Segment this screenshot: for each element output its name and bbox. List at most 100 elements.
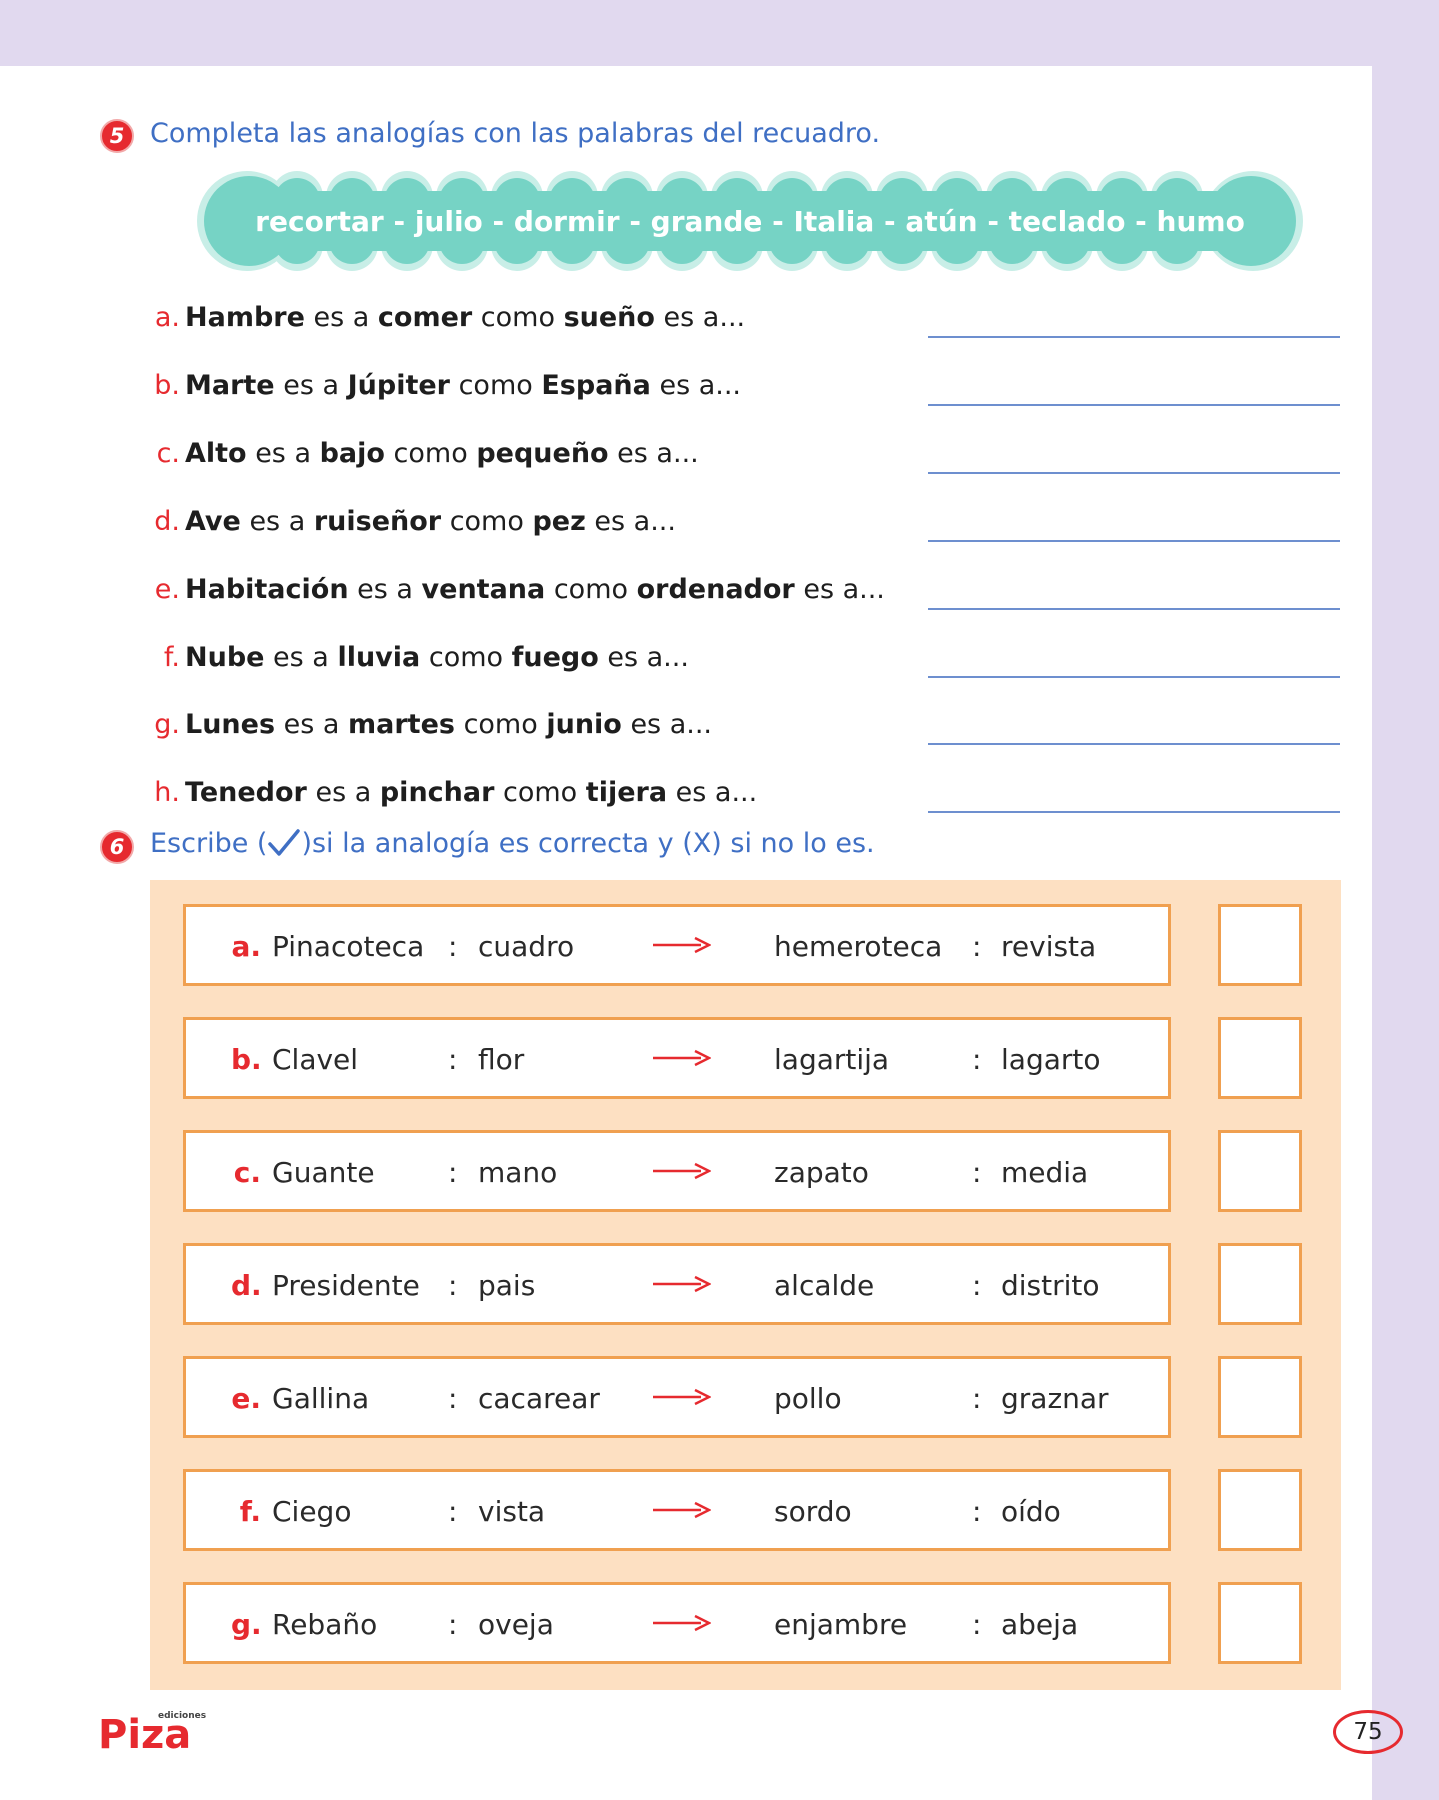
connector-3: es a... — [650, 370, 742, 401]
term-d: revista — [1001, 930, 1097, 963]
question-text: Nube es a lluvia como fuego es a... — [185, 642, 689, 673]
colon-separator: : — [972, 1269, 982, 1302]
question-letter: g. — [154, 709, 180, 740]
svg-text:Piza: Piza — [98, 1712, 191, 1752]
question-text: Lunes es a martes como junio es a... — [185, 709, 712, 740]
term-c: pollo — [774, 1382, 842, 1415]
answer-checkbox[interactable] — [1218, 904, 1302, 986]
connector-2: como — [441, 506, 533, 537]
exercise-6-number-badge: 6 — [100, 830, 134, 864]
connector-3: es a... — [621, 709, 712, 740]
analogy-question: f. Nube es a lluvia como fuego es a... — [150, 642, 1340, 682]
page-number: 75 — [1333, 1710, 1403, 1754]
answer-line[interactable] — [928, 472, 1340, 474]
answer-checkbox[interactable] — [1218, 1356, 1302, 1438]
answer-line[interactable] — [928, 540, 1340, 542]
term-a: Gallina — [272, 1382, 370, 1415]
term-1: Ave — [185, 506, 241, 537]
answer-checkbox[interactable] — [1218, 1130, 1302, 1212]
answer-checkbox[interactable] — [1218, 1582, 1302, 1664]
answer-checkbox[interactable] — [1218, 1469, 1302, 1551]
connector-2: como — [494, 777, 586, 808]
analogy-row: f. Ciego: vista sordo: oído — [183, 1469, 1171, 1551]
exercise-5-number-badge: 5 — [100, 119, 134, 153]
connector-3: es a... — [667, 777, 758, 808]
term-2: bajo — [319, 438, 385, 469]
question-text: Tenedor es a pinchar como tijera es a... — [185, 777, 757, 808]
connector-1: es a — [275, 709, 349, 740]
question-text: Alto es a bajo como pequeño es a... — [185, 438, 699, 469]
connector-1: es a — [240, 506, 314, 537]
answer-checkbox[interactable] — [1218, 1243, 1302, 1325]
analogy-row: c. Guante: mano zapato: media — [183, 1130, 1171, 1212]
connector-2: como — [450, 370, 542, 401]
question-letter: f. — [163, 642, 180, 673]
term-a: Clavel — [272, 1043, 359, 1076]
term-3: pez — [532, 506, 586, 537]
answer-checkbox[interactable] — [1218, 1017, 1302, 1099]
connector-2: como — [384, 438, 477, 469]
colon-separator: : — [448, 1495, 458, 1528]
connector-1: es a — [274, 370, 348, 401]
answer-line[interactable] — [928, 404, 1340, 406]
term-c: zapato — [774, 1156, 869, 1189]
connector-3: es a... — [598, 642, 689, 673]
instruction-post: )si la analogía es correcta y (X) si no … — [301, 828, 875, 859]
answer-line[interactable] — [928, 676, 1340, 678]
colon-separator: : — [972, 1043, 982, 1076]
connector-3: es a... — [794, 574, 885, 605]
connector-3: es a... — [654, 302, 746, 333]
connector-1: es a — [348, 574, 422, 605]
question-text: Habitación es a ventana como ordenador e… — [185, 574, 885, 605]
arrow-right-icon — [653, 1614, 711, 1632]
row-letter: d. — [231, 1269, 262, 1302]
row-letter: c. — [233, 1156, 261, 1189]
question-letter: h. — [154, 777, 180, 808]
term-3: sueño — [563, 302, 655, 333]
instruction-pre: Escribe ( — [150, 828, 268, 859]
term-2: Júpiter — [347, 370, 450, 401]
term-1: Marte — [185, 370, 275, 401]
term-3: ordenador — [636, 574, 795, 605]
term-b: oveja — [478, 1608, 554, 1641]
question-text: Hambre es a comer como sueño es a... — [185, 302, 745, 333]
connector-1: es a — [304, 302, 378, 333]
term-a: Ciego — [272, 1495, 352, 1528]
term-c: hemeroteca — [774, 930, 943, 963]
answer-line[interactable] — [928, 608, 1340, 610]
question-letter: e. — [154, 574, 180, 605]
colon-separator: : — [448, 1608, 458, 1641]
term-b: flor — [478, 1043, 525, 1076]
arrow-right-icon — [653, 1162, 711, 1180]
term-d: media — [1001, 1156, 1089, 1189]
term-1: Lunes — [185, 709, 276, 740]
answer-line[interactable] — [928, 811, 1340, 813]
term-c: alcalde — [774, 1269, 875, 1302]
answer-line[interactable] — [928, 336, 1340, 338]
connector-2: como — [472, 302, 564, 333]
row-letter: e. — [231, 1382, 261, 1415]
term-b: cacarear — [478, 1382, 600, 1415]
colon-separator: : — [448, 1382, 458, 1415]
row-letter: a. — [231, 930, 261, 963]
colon-separator: : — [448, 1043, 458, 1076]
row-letter: f. — [239, 1495, 261, 1528]
term-2: ruiseñor — [313, 506, 442, 537]
question-text: Ave es a ruiseñor como pez es a... — [185, 506, 676, 537]
connector-2: como — [545, 574, 637, 605]
colon-separator: : — [972, 1156, 982, 1189]
colon-separator: : — [972, 1495, 982, 1528]
term-3: pequeño — [476, 438, 609, 469]
connector-1: es a — [264, 642, 338, 673]
analogy-question: c. Alto es a bajo como pequeño es a... — [150, 438, 1340, 478]
connector-3: es a... — [608, 438, 699, 469]
analogy-question: b. Marte es a Júpiter como España es a... — [150, 370, 1340, 410]
exercise-6-instruction: Escribe ( )si la analogía es correcta y (… — [150, 828, 875, 859]
row-letter: g. — [231, 1608, 262, 1641]
term-3: España — [541, 370, 651, 401]
term-d: lagarto — [1001, 1043, 1101, 1076]
term-1: Nube — [185, 642, 265, 673]
answer-line[interactable] — [928, 743, 1340, 745]
term-3: tijera — [585, 777, 668, 808]
analogy-row: d. Presidente: pais alcalde: distrito — [183, 1243, 1171, 1325]
